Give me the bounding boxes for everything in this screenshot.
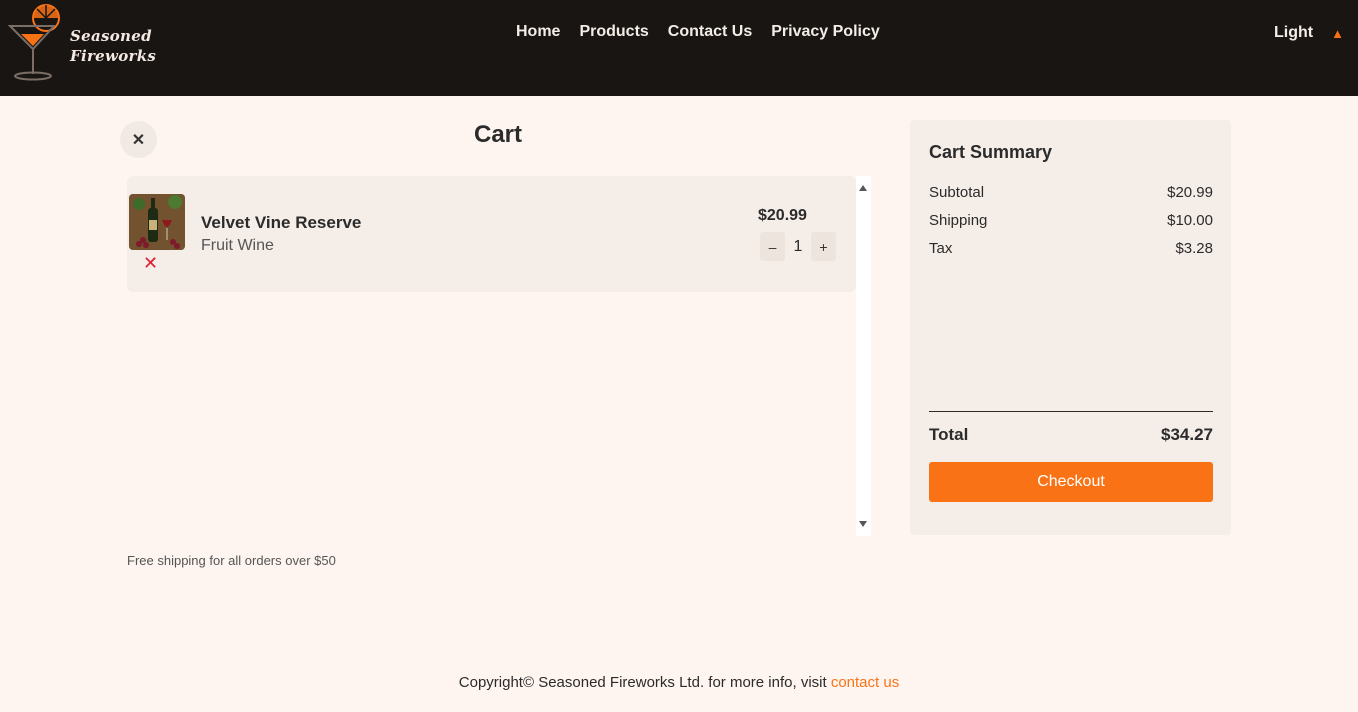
shipping-value: $10.00	[1167, 212, 1213, 229]
total-label: Total	[929, 425, 969, 444]
logo-text: Seasoned Fireworks	[70, 26, 156, 66]
logo-line-2: Fireworks	[70, 47, 157, 65]
tax-label: Tax	[929, 240, 953, 257]
cart-scrollbar[interactable]	[856, 176, 871, 536]
scroll-down-arrow-icon[interactable]	[859, 521, 867, 527]
checkout-button[interactable]: Checkout	[929, 462, 1213, 502]
theme-label: Light	[1274, 24, 1314, 41]
product-thumbnail	[129, 194, 185, 250]
total-value: $34.27	[1161, 425, 1213, 444]
remove-item-icon[interactable]: ✕	[143, 253, 158, 274]
decrement-button[interactable]: –	[760, 232, 785, 261]
subtotal-row: Subtotal $20.99	[929, 184, 1213, 201]
increment-button[interactable]: +	[811, 232, 836, 261]
nav-contact-us[interactable]: Contact Us	[668, 22, 752, 42]
item-price: $20.99	[758, 207, 807, 224]
footer-contact-link[interactable]: contact us	[831, 674, 899, 691]
quantity-stepper: – 1 +	[760, 232, 836, 261]
footer: Copyright© Seasoned Fireworks Ltd. for m…	[0, 674, 1358, 691]
close-cart-button[interactable]: ✕	[120, 121, 157, 158]
subtotal-label: Subtotal	[929, 184, 985, 201]
tax-row: Tax $3.28	[929, 240, 1213, 257]
logo-line-1: Seasoned	[70, 27, 152, 45]
footer-text: Copyright© Seasoned Fireworks Ltd. for m…	[458, 674, 831, 691]
tax-value: $3.28	[1175, 240, 1213, 257]
scroll-up-arrow-icon[interactable]	[859, 185, 867, 191]
site-header: Seasoned Fireworks Home Products Contact…	[0, 0, 1358, 96]
cocktail-logo-icon	[7, 4, 60, 81]
cart-item: ✕ Velvet Vine Reserve Fruit Wine $20.99 …	[127, 176, 856, 292]
subtotal-value: $20.99	[1167, 184, 1213, 201]
summary-title: Cart Summary	[929, 142, 1053, 162]
theme-toggle[interactable]: Light ▲	[1274, 24, 1344, 42]
logo[interactable]: Seasoned Fireworks	[6, 4, 156, 82]
cart-title: Cart	[474, 121, 523, 148]
quantity-value: 1	[793, 237, 803, 255]
cart-item-list[interactable]: ✕ Velvet Vine Reserve Fruit Wine $20.99 …	[127, 176, 871, 536]
shipping-label: Shipping	[929, 212, 988, 229]
main-nav: Home Products Contact Us Privacy Policy	[516, 22, 899, 42]
close-icon: ✕	[131, 131, 146, 149]
nav-privacy-policy[interactable]: Privacy Policy	[771, 22, 880, 42]
item-category: Fruit Wine	[201, 237, 274, 254]
shipping-row: Shipping $10.00	[929, 212, 1213, 229]
free-shipping-note: Free shipping for all orders over $50	[127, 553, 336, 568]
item-name: Velvet Vine Reserve	[201, 213, 362, 232]
theme-triangle-icon: ▲	[1331, 25, 1344, 41]
nav-products[interactable]: Products	[579, 22, 648, 42]
cart-summary: Cart Summary Subtotal $20.99 Shipping $1…	[910, 120, 1231, 535]
total-row: Total $34.27	[929, 425, 1213, 445]
nav-home[interactable]: Home	[516, 22, 560, 42]
summary-divider	[929, 411, 1213, 412]
